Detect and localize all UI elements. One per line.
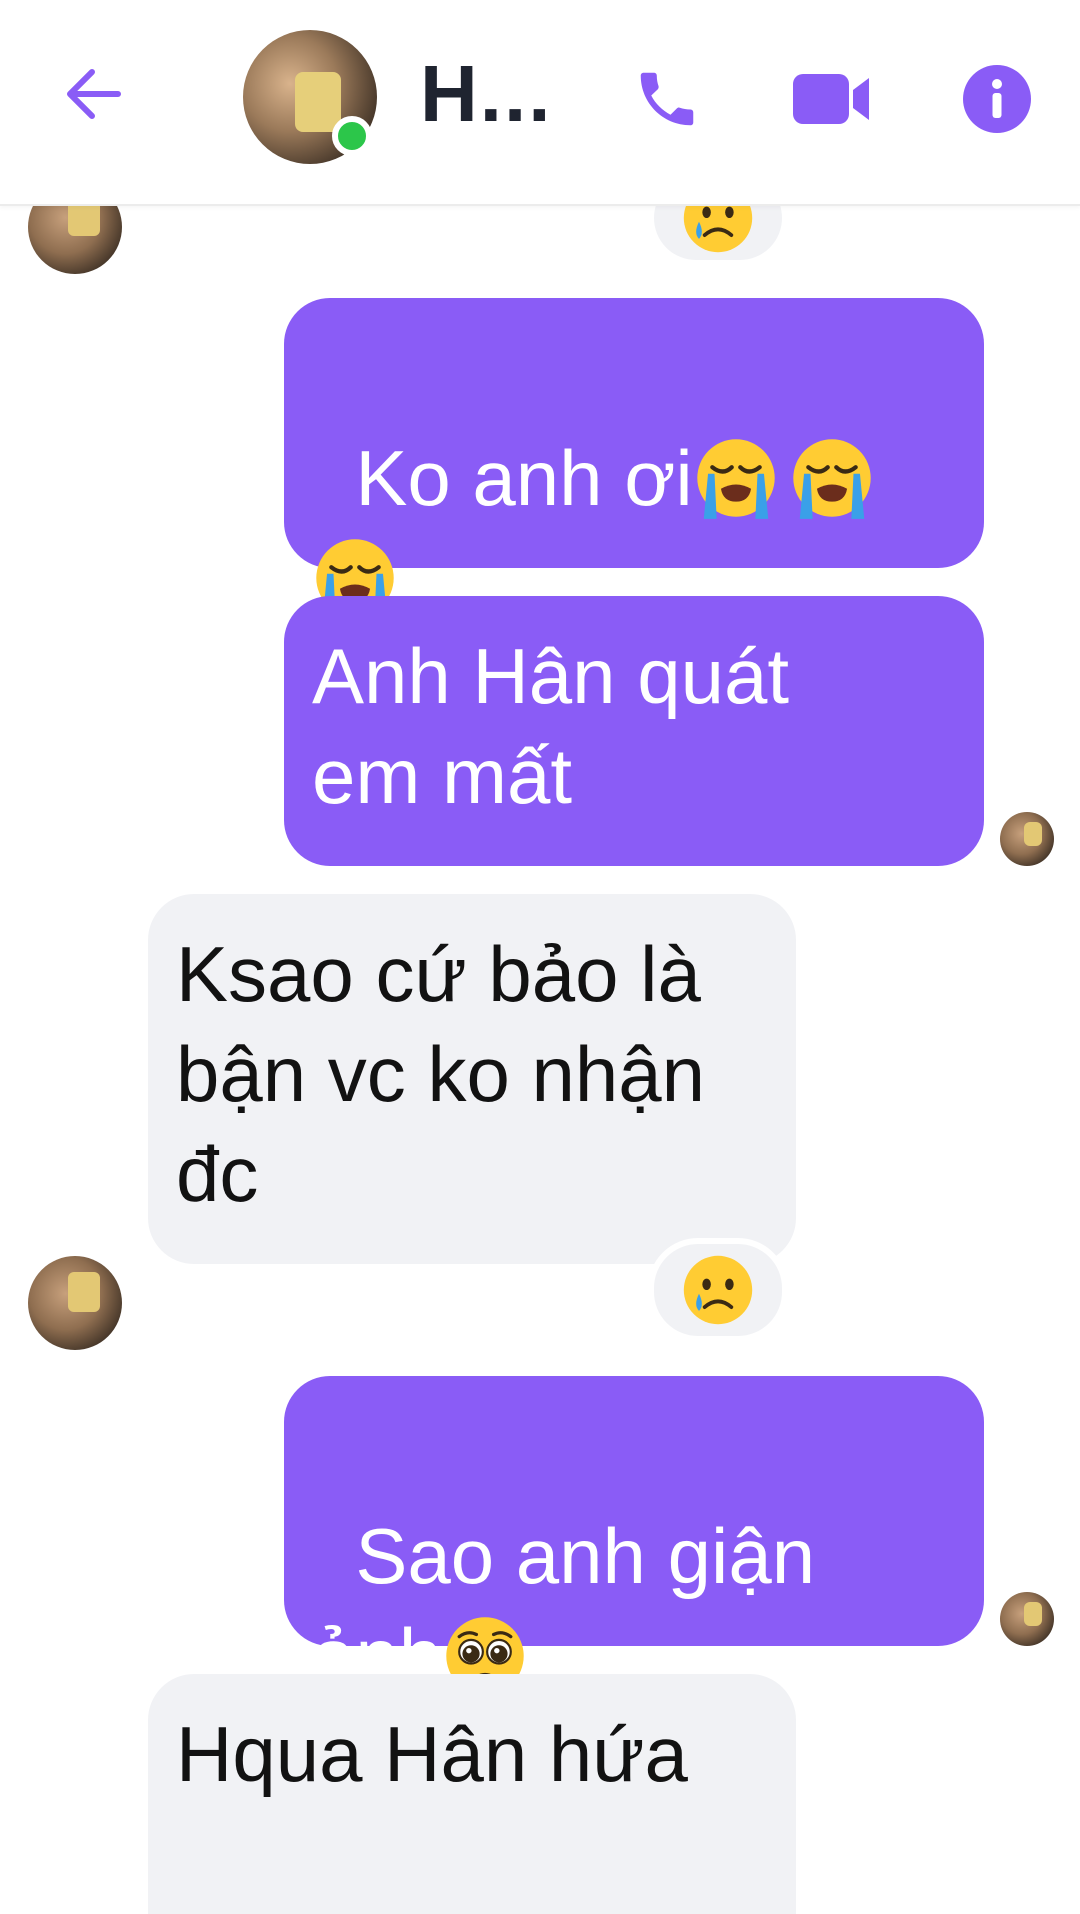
read-receipt-avatar bbox=[1000, 1592, 1054, 1646]
online-status-dot bbox=[332, 116, 372, 156]
chat-header: H... bbox=[0, 0, 1080, 206]
message-reaction[interactable] bbox=[648, 1238, 788, 1342]
video-call-button[interactable] bbox=[786, 54, 876, 144]
outgoing-message-bubble[interactable]: Ko anh ơi bbox=[284, 298, 984, 619]
incoming-message-bubble[interactable]: Ksao cứ bảo là bận vc ko nhận đc bbox=[148, 894, 796, 1264]
read-receipt-avatar bbox=[1000, 812, 1054, 866]
crying-face-icon bbox=[683, 1255, 753, 1325]
incoming-message-bubble[interactable]: Hqua Hân hứa bbox=[148, 1674, 796, 1914]
info-button[interactable] bbox=[952, 54, 1042, 144]
outgoing-message-bubble[interactable]: Anh Hân quát em mất bbox=[284, 596, 984, 866]
sender-avatar[interactable] bbox=[28, 1256, 122, 1350]
back-button[interactable] bbox=[52, 52, 136, 136]
back-arrow-icon bbox=[67, 69, 121, 119]
loudly-crying-face-icon bbox=[793, 439, 871, 519]
message-text: Sao anh giận bbox=[355, 1512, 816, 1600]
voice-call-button[interactable] bbox=[622, 54, 712, 144]
message-text: Ko anh ơi bbox=[355, 434, 693, 522]
info-icon bbox=[963, 65, 1031, 133]
loudly-crying-face-icon bbox=[697, 439, 775, 519]
contact-name[interactable]: H... bbox=[420, 44, 552, 144]
phone-icon bbox=[640, 72, 694, 126]
outgoing-message-bubble[interactable]: Sao anh giận ảnh bbox=[284, 1376, 984, 1700]
video-camera-icon bbox=[793, 74, 869, 124]
